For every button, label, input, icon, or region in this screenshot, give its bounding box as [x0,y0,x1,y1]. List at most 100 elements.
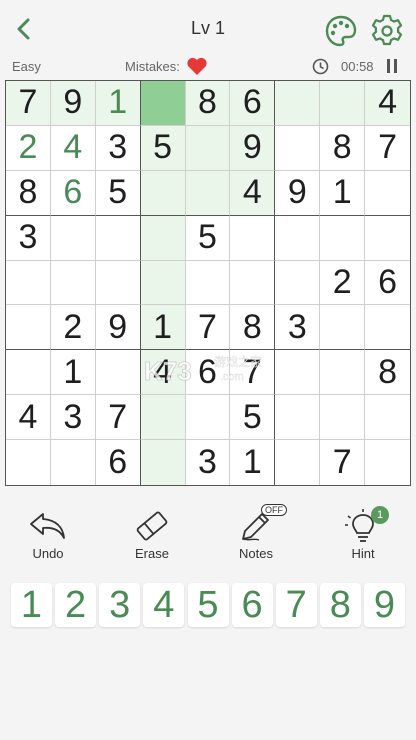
sudoku-cell[interactable] [365,305,410,351]
sudoku-cell[interactable] [6,305,51,351]
sudoku-cell[interactable]: 7 [365,126,410,171]
sudoku-cell[interactable] [140,81,186,126]
sudoku-cell[interactable] [365,395,410,441]
sudoku-cell[interactable]: 6 [230,81,276,126]
sudoku-cell[interactable] [320,350,366,396]
number-key-7[interactable]: 7 [275,583,317,627]
sudoku-cell[interactable]: 5 [230,395,276,441]
sudoku-cell[interactable]: 7 [95,395,141,441]
sudoku-cell[interactable]: 9 [95,305,141,351]
sudoku-cell[interactable]: 1 [140,305,186,351]
clock-icon [312,58,329,75]
sudoku-cell[interactable]: 9 [50,81,96,126]
sudoku-cell[interactable]: 1 [95,81,141,126]
sudoku-cell[interactable] [365,440,410,485]
sudoku-cell[interactable]: 2 [320,260,366,306]
sudoku-cell[interactable] [6,350,51,396]
number-key-4[interactable]: 4 [143,583,185,627]
sudoku-cell[interactable]: 7 [320,440,366,485]
number-key-9[interactable]: 9 [364,583,405,627]
erase-button[interactable]: Erase [117,500,187,568]
sudoku-cell[interactable] [275,81,321,126]
sudoku-cell[interactable] [185,170,231,216]
sudoku-cell[interactable]: 3 [6,215,51,261]
sudoku-cell[interactable] [185,125,231,171]
sudoku-cell[interactable] [50,260,96,306]
sudoku-cell[interactable] [6,440,51,485]
sudoku-cell[interactable] [365,216,410,261]
sudoku-cell[interactable]: 4 [365,81,410,126]
sudoku-cell[interactable]: 6 [185,350,231,396]
sudoku-cell[interactable]: 3 [275,305,321,351]
sudoku-cell[interactable]: 4 [6,395,51,441]
sudoku-cell[interactable] [320,305,366,351]
sudoku-cell[interactable] [275,350,321,396]
pause-icon[interactable] [386,59,398,73]
sudoku-cell[interactable]: 6 [365,261,410,306]
hint-button[interactable]: 1 Hint [328,500,398,568]
sudoku-cell[interactable] [275,440,321,485]
sudoku-cell[interactable]: 5 [95,170,141,216]
sudoku-cell[interactable]: 1 [230,440,276,485]
sudoku-cell[interactable] [185,260,231,306]
sudoku-cell[interactable] [320,81,366,126]
sudoku-cell[interactable]: 8 [320,125,366,171]
sudoku-cell[interactable]: 3 [50,395,96,441]
notes-button[interactable]: OFF Notes [221,500,291,568]
number-key-3[interactable]: 3 [99,583,141,627]
sudoku-cell[interactable]: 3 [95,125,141,171]
sudoku-cell[interactable] [275,395,321,441]
sudoku-cell[interactable] [140,440,186,485]
sudoku-cell[interactable] [320,215,366,261]
sudoku-cell[interactable] [95,215,141,261]
sudoku-cell[interactable]: 5 [140,125,186,171]
sudoku-cell[interactable] [51,440,96,485]
sudoku-cell[interactable] [140,260,186,306]
sudoku-cell[interactable] [95,350,141,396]
sudoku-cell[interactable]: 8 [365,350,410,396]
sudoku-cell[interactable] [95,260,141,306]
sudoku-cell[interactable]: 1 [320,170,366,216]
sudoku-cell[interactable] [230,260,276,306]
sudoku-cell[interactable] [185,395,231,441]
sudoku-cell[interactable] [275,125,321,171]
sudoku-cell[interactable]: 8 [230,305,276,351]
number-key-2[interactable]: 2 [55,583,97,627]
undo-button[interactable]: Undo [13,500,83,568]
sudoku-cell[interactable]: 8 [185,81,231,126]
number-key-6[interactable]: 6 [231,583,273,627]
sudoku-cell[interactable]: 9 [230,125,276,171]
palette-icon[interactable] [324,14,358,48]
sudoku-cell[interactable] [365,171,410,216]
gear-icon[interactable] [370,14,404,48]
sudoku-cell[interactable]: 7 [185,305,231,351]
number-key-1[interactable]: 1 [11,583,52,627]
sudoku-cell[interactable]: 7 [230,350,276,396]
number-key-5[interactable]: 5 [187,583,229,627]
sudoku-cell[interactable] [275,260,321,306]
sudoku-cell[interactable] [275,215,321,261]
tool-bar: Undo Erase OFF Notes 1 Hint [0,500,416,570]
sudoku-cell[interactable]: 2 [6,125,51,171]
sudoku-cell[interactable]: 4 [230,170,276,216]
sudoku-cell[interactable]: 8 [6,170,51,216]
sudoku-cell[interactable]: 1 [50,350,96,396]
number-key-8[interactable]: 8 [319,583,361,627]
sudoku-cell[interactable]: 4 [50,125,96,171]
sudoku-cell[interactable] [140,395,186,441]
sudoku-cell[interactable]: 2 [50,305,96,351]
sudoku-cell[interactable] [320,395,366,441]
sudoku-cell[interactable]: 4 [140,350,186,396]
sudoku-cell[interactable]: 6 [50,170,96,216]
sudoku-cell[interactable] [230,215,276,261]
sudoku-cell[interactable] [140,170,186,216]
sudoku-cell[interactable]: 3 [186,440,231,485]
sudoku-cell[interactable]: 9 [275,170,321,216]
sudoku-cell[interactable] [50,215,96,261]
sudoku-cell[interactable]: 7 [6,81,51,126]
sudoku-cell[interactable]: 5 [185,215,231,261]
sudoku-cell[interactable]: 6 [96,440,141,485]
status-bar: Easy Mistakes: 00:58 [0,56,416,78]
sudoku-cell[interactable] [6,260,51,306]
sudoku-cell[interactable] [140,215,186,261]
